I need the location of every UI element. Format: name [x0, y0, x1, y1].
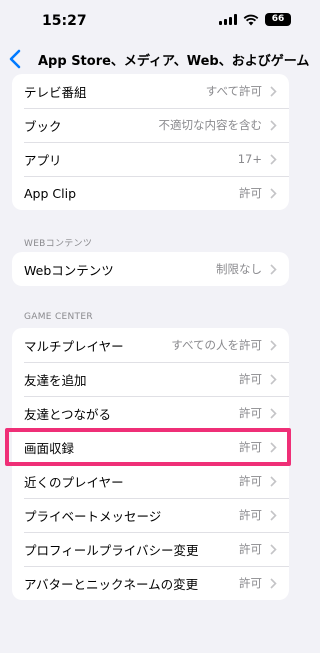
nav-bar: App Store、メディア、Web、およびゲーム — [0, 44, 309, 74]
page-title: App Store、メディア、Web、およびゲーム — [38, 54, 310, 69]
status-bar: 15:27 66 — [0, 0, 301, 44]
settings-row-app-clip[interactable]: App Clip 許可 — [12, 176, 289, 210]
settings-row-nearby-players[interactable]: 近くのプレイヤー 許可 — [12, 464, 289, 498]
status-time: 15:27 — [42, 13, 87, 29]
section-header-web-content: WEBコンテンツ — [24, 239, 93, 249]
section-header-game-center: GAME CENTER — [24, 312, 93, 322]
chevron-right-icon — [270, 187, 277, 199]
row-value: 許可 — [239, 186, 262, 200]
highlight-box — [5, 428, 291, 466]
row-label: 友達とつながる — [24, 406, 112, 422]
row-label: アバターとニックネームの変更 — [24, 576, 199, 592]
content-rating-card: テレビ番組 すべて許可 ブック 不適切な内容を含む アプリ 17+ App Cl… — [12, 74, 289, 210]
row-label: テレビ番組 — [24, 84, 87, 100]
chevron-right-icon — [270, 407, 277, 419]
row-value: 許可 — [239, 576, 262, 590]
settings-row-private-messages[interactable]: プライベートメッセージ 許可 — [12, 498, 289, 532]
row-value: 制限なし — [216, 262, 262, 276]
settings-row-tv-shows[interactable]: テレビ番組 すべて許可 — [12, 74, 289, 108]
settings-row-multiplayer[interactable]: マルチプレイヤー すべての人を許可 — [12, 328, 289, 362]
row-label: ブック — [24, 118, 62, 134]
row-value: 許可 — [239, 406, 262, 420]
web-content-card: Webコンテンツ 制限なし — [12, 252, 289, 286]
row-label: プライベートメッセージ — [24, 508, 162, 524]
settings-row-add-friends[interactable]: 友達を追加 許可 — [12, 362, 289, 396]
settings-row-profile-privacy[interactable]: プロフィールプライバシー変更 許可 — [12, 532, 289, 566]
row-label: プロフィールプライバシー変更 — [24, 542, 199, 558]
row-value: 許可 — [239, 542, 262, 556]
settings-row-books[interactable]: ブック 不適切な内容を含む — [12, 108, 289, 142]
row-label: 近くのプレイヤー — [24, 474, 124, 490]
battery-indicator: 66 — [265, 13, 291, 26]
chevron-right-icon — [270, 153, 277, 165]
chevron-right-icon — [270, 577, 277, 589]
back-chevron-icon[interactable] — [6, 47, 28, 71]
row-value: すべての人を許可 — [171, 338, 262, 352]
chevron-right-icon — [270, 85, 277, 97]
row-value: 17+ — [237, 152, 262, 166]
chevron-right-icon — [270, 339, 277, 351]
row-label: マルチプレイヤー — [24, 338, 124, 354]
row-value: 許可 — [239, 372, 262, 386]
status-icons: 66 — [219, 13, 291, 26]
row-label: App Clip — [24, 185, 77, 201]
row-value: 不適切な内容を含む — [158, 118, 263, 132]
row-label: Webコンテンツ — [24, 262, 114, 278]
settings-row-connect-friends[interactable]: 友達とつながる 許可 — [12, 396, 289, 430]
chevron-right-icon — [270, 263, 277, 275]
settings-row-apps[interactable]: アプリ 17+ — [12, 142, 289, 176]
row-value: 許可 — [239, 508, 262, 522]
chevron-right-icon — [270, 475, 277, 487]
settings-row-avatar-nickname[interactable]: アバターとニックネームの変更 許可 — [12, 566, 289, 600]
signal-icon — [219, 14, 237, 25]
chevron-right-icon — [270, 543, 277, 555]
wifi-icon — [243, 14, 259, 25]
settings-row-web-content[interactable]: Webコンテンツ 制限なし — [12, 252, 289, 286]
row-value: 許可 — [239, 474, 262, 488]
row-label: 友達を追加 — [24, 372, 87, 388]
row-value: すべて許可 — [205, 84, 262, 98]
chevron-right-icon — [270, 509, 277, 521]
chevron-right-icon — [270, 373, 277, 385]
row-label: アプリ — [24, 152, 62, 168]
chevron-right-icon — [270, 119, 277, 131]
